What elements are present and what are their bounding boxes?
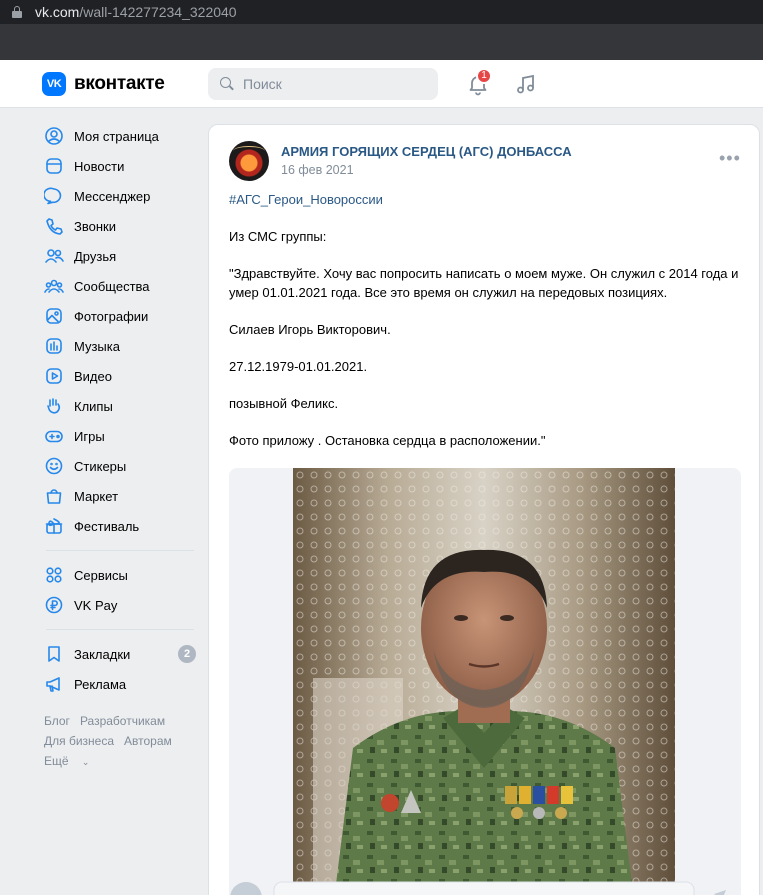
sidebar-footer-links: Блог Разработчикам Для бизнеса Авторам Ещё… <box>36 711 198 772</box>
post-line: Из СМС группы: <box>229 229 327 244</box>
services-icon <box>46 567 62 583</box>
post-photo[interactable] <box>293 468 675 895</box>
sidebar-item-label: Фотографии <box>74 308 149 324</box>
sidebar-item-phone[interactable]: Звонки <box>36 211 198 241</box>
footer-more-label: Ещё <box>44 754 69 768</box>
browser-toolbar-strip <box>0 24 763 60</box>
user-circle-icon <box>45 127 63 145</box>
bookmark-icon <box>48 646 60 662</box>
left-sidebar: Моя страница Новости Мессенджер Звонки Друзь… <box>36 121 198 772</box>
sidebar-item-video[interactable]: Видео <box>36 361 198 391</box>
sidebar-divider <box>46 550 194 551</box>
sidebar-item-label: Видео <box>74 368 112 384</box>
sidebar-item-label: Сервисы <box>74 567 128 583</box>
sidebar-item-communities[interactable]: Сообщества <box>36 271 198 301</box>
sidebar-item-label: Новости <box>74 158 125 174</box>
browser-address-bar[interactable]: vk.com/wall-142277234_322040 <box>0 0 763 24</box>
music-icon <box>46 338 62 354</box>
sidebar-item-user-circle[interactable]: Моя страница <box>36 121 198 151</box>
post-line: 27.12.1979-01.01.2021. <box>229 359 368 374</box>
post-line: "Здравствуйте. Хочу вас попросить написа… <box>229 266 739 300</box>
footer-link-authors[interactable]: Авторам <box>124 734 172 748</box>
sidebar-item-photo[interactable]: Фотографии <box>36 301 198 331</box>
sidebar-item-label: Маркет <box>74 488 119 504</box>
search-input[interactable] <box>243 76 423 92</box>
footer-link-blog[interactable]: Блог <box>44 714 70 728</box>
sidebar-item-gamepad[interactable]: Игры <box>36 421 198 451</box>
chevron-down-icon: ⌄ <box>81 757 90 767</box>
sidebar-count-badge: 2 <box>178 645 196 663</box>
post-author[interactable]: АРМИЯ ГОРЯЩИХ СЕРДЕЦ (АГС) ДОНБАССА <box>281 144 572 159</box>
sidebar-item-friends[interactable]: Друзья <box>36 241 198 271</box>
user-avatar <box>230 882 262 895</box>
community-avatar[interactable] <box>229 141 269 181</box>
notifications-badge: 1 <box>476 68 492 84</box>
post-line: позывной Феликс. <box>229 396 339 411</box>
friends-icon <box>45 249 64 263</box>
site-header: VK вконтакте 1 <box>0 60 763 108</box>
smile-icon <box>45 457 63 475</box>
communities-icon <box>44 279 64 293</box>
footer-link-developers[interactable]: Разработчикам <box>80 714 165 728</box>
sidebar-item-message[interactable]: Мессенджер <box>36 181 198 211</box>
video-icon <box>46 368 62 384</box>
wall-post: АРМИЯ ГОРЯЩИХ СЕРДЕЦ (АГС) ДОНБАССА 16 ф… <box>208 124 760 895</box>
post-line: Силаев Игорь Викторович. <box>229 322 391 337</box>
post-hashtag[interactable]: #АГС_Герои_Новороссии <box>229 190 745 209</box>
footer-link-business[interactable]: Для бизнеса <box>44 734 114 748</box>
more-options-icon[interactable]: ••• <box>719 149 741 167</box>
url-text[interactable]: vk.com/wall-142277234_322040 <box>35 4 237 20</box>
megaphone-icon <box>46 677 60 692</box>
sidebar-item-label: Друзья <box>74 248 117 264</box>
clips-icon <box>47 398 61 414</box>
sidebar-item-label: Звонки <box>74 218 116 234</box>
sidebar-item-vkpay[interactable]: VK Pay <box>36 590 198 620</box>
message-icon <box>44 187 62 205</box>
footer-link-more[interactable]: Ещё ⌄ <box>44 754 99 768</box>
photo-icon <box>46 308 62 324</box>
vkpay-icon <box>45 596 63 614</box>
sidebar-item-label: Стикеры <box>74 458 127 474</box>
sidebar-item-label: Закладки <box>74 646 131 662</box>
music-player-icon[interactable] <box>514 72 538 96</box>
url-path: /wall-142277234_322040 <box>79 4 237 20</box>
sidebar-item-megaphone[interactable]: Реклама <box>36 669 198 699</box>
sidebar-item-music[interactable]: Музыка <box>36 331 198 361</box>
sidebar-item-label: Сообщества <box>74 278 150 294</box>
sidebar-item-newsfeed[interactable]: Новости <box>36 151 198 181</box>
sidebar-item-services[interactable]: Сервисы <box>36 560 198 590</box>
sidebar-divider <box>46 629 194 630</box>
newsfeed-icon <box>46 158 62 174</box>
sidebar-item-label: Клипы <box>74 398 113 414</box>
search-box[interactable] <box>208 68 438 100</box>
search-icon <box>220 77 234 91</box>
phone-icon <box>46 218 63 235</box>
sidebar-item-label: VK Pay <box>74 597 118 613</box>
sidebar-item-gift[interactable]: Фестиваль <box>36 511 198 541</box>
gamepad-icon <box>45 430 63 443</box>
sidebar-item-label: Моя страница <box>74 128 159 144</box>
vk-logo-icon: VK <box>42 72 66 96</box>
sidebar-item-smile[interactable]: Стикеры <box>36 451 198 481</box>
sidebar-item-label: Музыка <box>74 338 120 354</box>
sidebar-item-clips[interactable]: Клипы <box>36 391 198 421</box>
market-icon <box>46 489 62 504</box>
url-host: vk.com <box>35 4 80 20</box>
gift-icon <box>45 518 63 534</box>
post-text: #АГС_Герои_Новороссии Из СМС группы: "Зд… <box>229 190 745 450</box>
sidebar-item-label: Реклама <box>74 676 127 692</box>
post-photo-container[interactable] <box>229 468 741 895</box>
post-date[interactable]: 16 фев 2021 <box>281 163 354 177</box>
lock-icon <box>12 6 22 18</box>
sidebar-item-market[interactable]: Маркет <box>36 481 198 511</box>
comment-input-bar[interactable] <box>228 880 728 895</box>
sidebar-item-label: Фестиваль <box>74 518 140 534</box>
post-line: Фото приложу . Остановка сердца в распол… <box>229 433 546 448</box>
vk-logo-text: вконтакте <box>74 73 165 94</box>
sidebar-item-label: Игры <box>74 428 105 444</box>
sidebar-item-bookmark[interactable]: Закладки 2 <box>36 639 198 669</box>
send-icon[interactable] <box>714 890 726 895</box>
sidebar-item-label: Мессенджер <box>74 188 151 204</box>
vk-logo[interactable]: VK вконтакте <box>42 72 165 96</box>
